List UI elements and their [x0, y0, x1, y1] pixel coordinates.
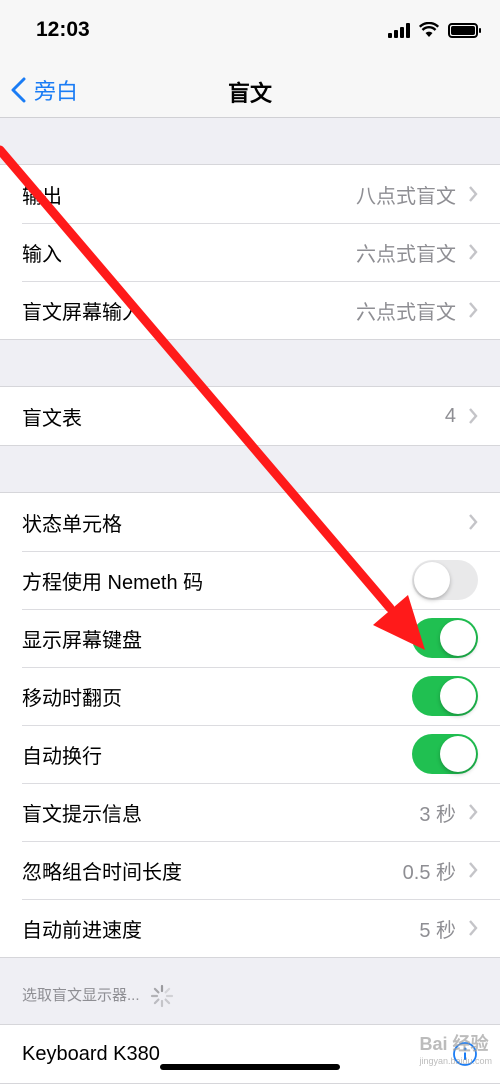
chevron-right-icon [469, 244, 478, 260]
turn-pages-toggle[interactable] [412, 676, 478, 716]
row-value: 八点式盲文 [356, 185, 456, 208]
chevron-right-icon [469, 804, 478, 820]
word-wrap-toggle[interactable] [412, 734, 478, 774]
row-value: 六点式盲文 [356, 301, 456, 324]
toggle-knob [440, 620, 476, 656]
page-title: 盲文 [227, 81, 272, 106]
chevron-right-icon [469, 920, 478, 936]
alert-messages-row[interactable]: 盲文提示信息 3 秒 [0, 783, 500, 841]
toggle-knob [440, 736, 476, 772]
home-indicator[interactable] [160, 1064, 340, 1070]
navigation-bar: 旁白 盲文 [0, 62, 500, 118]
row-label: 状态单元格 [22, 513, 122, 536]
nemeth-toggle[interactable] [412, 560, 478, 600]
input-row[interactable]: 输入 六点式盲文 [0, 223, 500, 281]
battery-icon [448, 22, 481, 38]
row-label: 输入 [22, 243, 62, 266]
braille-tables-row[interactable]: 盲文表 4 [0, 387, 500, 445]
row-label: 自动换行 [22, 745, 102, 768]
row-label: 移动时翻页 [22, 687, 122, 710]
nemeth-row: 方程使用 Nemeth 码 [0, 551, 500, 609]
braille-options-group: 状态单元格 方程使用 Nemeth 码 显示屏幕键盘 移动时翻页 自动换行 盲文… [0, 492, 500, 958]
device-name: Keyboard K380 [22, 1042, 160, 1065]
chevron-right-icon [469, 302, 478, 318]
chevron-right-icon [469, 862, 478, 878]
row-label: 盲文提示信息 [22, 803, 142, 826]
choose-display-label: 选取盲文显示器... [22, 987, 140, 1004]
row-label: 显示屏幕键盘 [22, 629, 142, 652]
row-value: 0.5 秒 [402, 861, 456, 884]
watermark-subtext: jingyan.baidu.com [419, 1056, 492, 1066]
word-wrap-row: 自动换行 [0, 725, 500, 783]
row-value: 3 秒 [419, 803, 456, 826]
row-label: 盲文表 [22, 407, 82, 430]
status-cell-row[interactable]: 状态单元格 [0, 493, 500, 551]
cellular-signal-icon [388, 22, 410, 38]
row-label: 盲文屏幕输入 [22, 301, 142, 324]
watermark-text: Bai 经验 [419, 1034, 489, 1054]
chevron-right-icon [469, 514, 478, 530]
braille-screen-input-row[interactable]: 盲文屏幕输入 六点式盲文 [0, 281, 500, 339]
status-bar: 12:03 [0, 0, 500, 62]
choose-display-header: 选取盲文显示器... [0, 958, 500, 1024]
braille-table-group: 盲文表 4 [0, 386, 500, 446]
onscreen-keyboard-row: 显示屏幕键盘 [0, 609, 500, 667]
row-label: 自动前进速度 [22, 919, 142, 942]
watermark: Bai 经验 jingyan.baidu.com [419, 1030, 492, 1066]
output-row[interactable]: 输出 八点式盲文 [0, 165, 500, 223]
chevron-right-icon [469, 408, 478, 424]
row-value: 4 [444, 404, 456, 427]
chevron-right-icon [469, 186, 478, 202]
loading-spinner-icon [150, 984, 173, 1008]
row-label: 输出 [22, 185, 62, 208]
ignore-chord-row[interactable]: 忽略组合时间长度 0.5 秒 [0, 841, 500, 899]
row-label: 方程使用 Nemeth 码 [22, 571, 204, 594]
toggle-knob [440, 678, 476, 714]
toggle-knob [414, 562, 450, 598]
auto-advance-row[interactable]: 自动前进速度 5 秒 [0, 899, 500, 957]
wifi-icon [419, 22, 439, 37]
turn-pages-row: 移动时翻页 [0, 667, 500, 725]
onscreen-keyboard-toggle[interactable] [412, 618, 478, 658]
status-time: 12:03 [36, 18, 90, 41]
status-icons [388, 22, 481, 38]
row-label: 忽略组合时间长度 [22, 861, 182, 884]
row-value: 5 秒 [419, 919, 456, 942]
braille-io-group: 输出 八点式盲文 输入 六点式盲文 盲文屏幕输入 六点式盲文 [0, 164, 500, 340]
row-value: 六点式盲文 [356, 243, 456, 266]
